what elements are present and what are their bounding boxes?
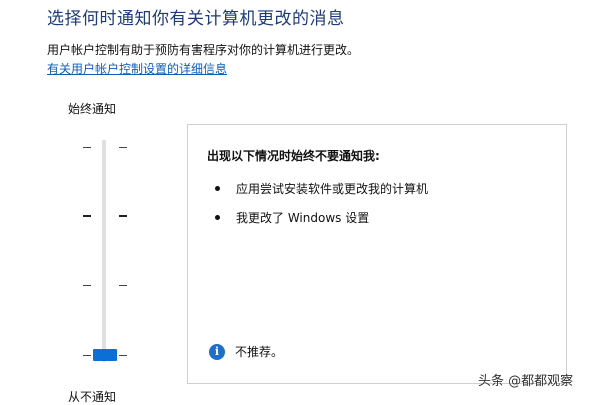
recommendation-text: 不推荐。 (235, 345, 284, 359)
slider-track[interactable] (102, 140, 106, 362)
info-icon: i (209, 343, 225, 360)
slider-tick-right (119, 147, 127, 148)
slider-tick-left (83, 215, 91, 217)
slider-top-label: 始终通知 (68, 102, 117, 116)
page-description: 用户帐户控制有助于预防有害程序对你的计算机进行更改。 (47, 43, 360, 57)
slider-tick-right (119, 215, 127, 217)
list-item-text: 应用尝试安装软件或更改我的计算机 (236, 182, 429, 196)
slider-tick-left (83, 147, 91, 148)
slider-bottom-label: 从不通知 (68, 390, 117, 404)
uac-details-link[interactable]: 有关用户帐户控制设置的详细信息 (47, 60, 227, 77)
panel-heading: 出现以下情况时始终不要通知我: (207, 149, 380, 163)
watermark: 头条 @都都观察 (478, 374, 574, 389)
slider-thumb[interactable] (93, 349, 117, 361)
recommendation-row: i 不推荐。 (209, 343, 283, 360)
bullet-icon (215, 215, 220, 220)
list-item: 应用尝试安装软件或更改我的计算机 (215, 180, 428, 197)
slider-tick-right (119, 285, 127, 286)
setting-description-panel: 出现以下情况时始终不要通知我: 应用尝试安装软件或更改我的计算机 我更改了 Wi… (187, 124, 567, 384)
slider-tick-left (83, 285, 91, 286)
list-item: 我更改了 Windows 设置 (215, 209, 369, 226)
bullet-icon (215, 186, 220, 191)
slider-tick-left (83, 355, 91, 356)
list-item-text: 我更改了 Windows 设置 (236, 211, 370, 225)
page-title: 选择何时通知你有关计算机更改的消息 (47, 9, 345, 29)
slider-tick-right (119, 355, 127, 356)
